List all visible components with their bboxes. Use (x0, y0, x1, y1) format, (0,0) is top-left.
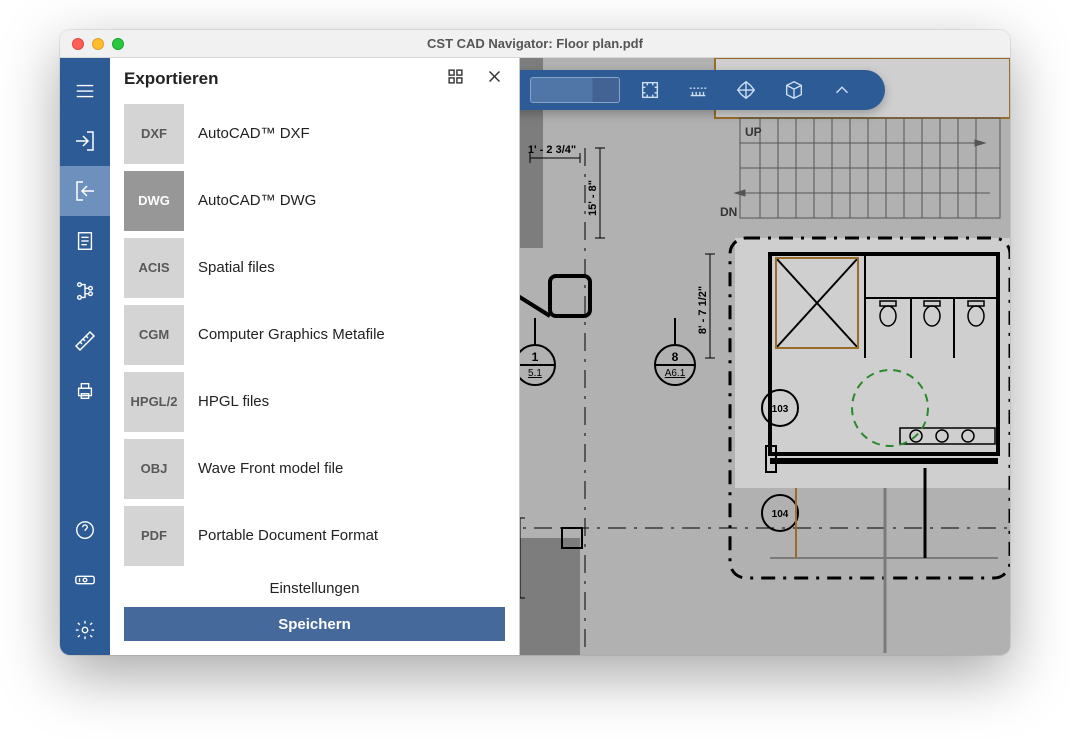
tree-icon (74, 280, 96, 302)
format-label: AutoCAD™ DXF (198, 125, 310, 142)
format-code: HPGL/2 (124, 372, 184, 432)
gear-icon (74, 619, 96, 641)
canvas-area[interactable]: 103 104 UP (520, 58, 1010, 655)
measure-button[interactable] (60, 316, 110, 366)
format-code: DXF (124, 104, 184, 164)
fit-icon (639, 79, 661, 101)
close-icon (486, 68, 503, 85)
format-option-dxf[interactable]: DXF AutoCAD™ DXF (124, 100, 519, 167)
export-button[interactable] (60, 166, 110, 216)
titlebar: CST CAD Navigator: Floor plan.pdf (60, 30, 1010, 58)
import-button[interactable] (60, 116, 110, 166)
format-option-cgm[interactable]: CGM Computer Graphics Metafile (124, 301, 519, 368)
minimize-window-button[interactable] (92, 38, 104, 50)
settings-button[interactable] (60, 605, 110, 655)
document-icon (74, 230, 96, 252)
cube-icon (783, 79, 805, 101)
format-code: ACIS (124, 238, 184, 298)
structure-button[interactable] (60, 266, 110, 316)
format-list: DXF AutoCAD™ DXF DWG AutoCAD™ DWG ACIS Spatia… (110, 96, 519, 572)
menu-button[interactable] (60, 66, 110, 116)
format-option-dwg[interactable]: DWG AutoCAD™ DWG (124, 167, 519, 234)
ruler-icon (73, 329, 97, 353)
format-option-hpgl2[interactable]: HPGL/2 HPGL files (124, 368, 519, 435)
svg-text:103: 103 (772, 404, 789, 415)
svg-text:UP: UP (745, 125, 762, 139)
svg-text:8: 8 (672, 350, 679, 364)
svg-text:A6.1: A6.1 (665, 368, 686, 379)
format-label: Portable Document Format (198, 527, 378, 544)
svg-text:DN: DN (720, 205, 737, 219)
view-select[interactable] (530, 77, 620, 103)
format-option-pdf[interactable]: PDF Portable Document Format (124, 502, 519, 569)
grid-view-button[interactable] (447, 68, 464, 90)
ruler-button[interactable] (680, 72, 716, 108)
floor-plan-drawing: 103 104 UP (520, 58, 1010, 655)
format-code: PDF (124, 506, 184, 566)
panel-close-button[interactable] (486, 68, 503, 90)
export-icon (73, 179, 97, 203)
format-label: Computer Graphics Metafile (198, 326, 385, 343)
save-button[interactable]: Speichern (124, 607, 505, 641)
maximize-window-button[interactable] (112, 38, 124, 50)
svg-text:8' - 7 1/2": 8' - 7 1/2" (697, 286, 709, 334)
format-label: Spatial files (198, 259, 275, 276)
document-button[interactable] (60, 216, 110, 266)
format-option-obj[interactable]: OBJ Wave Front model file (124, 435, 519, 502)
svg-text:1' - 2 3/4": 1' - 2 3/4" (528, 144, 576, 156)
app-window: CST CAD Navigator: Floor plan.pdf (60, 30, 1010, 655)
print-button[interactable] (60, 366, 110, 416)
collapse-toolbar-button[interactable] (824, 72, 860, 108)
format-label: HPGL files (198, 393, 269, 410)
fit-button[interactable] (632, 72, 668, 108)
format-label: Wave Front model file (198, 460, 343, 477)
printer-icon (74, 380, 96, 402)
settings-link[interactable]: Einstellungen (124, 572, 505, 607)
hamburger-icon (74, 80, 96, 102)
format-code: CGM (124, 305, 184, 365)
license-button[interactable] (60, 555, 110, 605)
format-option-acis[interactable]: ACIS Spatial files (124, 234, 519, 301)
measure-icon (686, 79, 710, 101)
chevron-up-icon (831, 79, 853, 101)
export-panel: Exportieren DXF AutoCAD™ DXF DWG AutoCAD™ D… (110, 58, 520, 655)
panel-header: Exportieren (110, 58, 519, 96)
window-title: CST CAD Navigator: Floor plan.pdf (60, 36, 1010, 51)
help-icon (74, 519, 96, 541)
import-icon (73, 129, 97, 153)
content-area: Exportieren DXF AutoCAD™ DXF DWG AutoCAD™ D… (60, 58, 1010, 655)
view-toolbar (520, 70, 885, 110)
svg-text:15' - 8": 15' - 8" (587, 180, 599, 216)
format-code: OBJ (124, 439, 184, 499)
format-code: DWG (124, 171, 184, 231)
pan-icon (735, 79, 757, 101)
svg-text:5.1: 5.1 (528, 368, 542, 379)
svg-text:1: 1 (532, 350, 539, 364)
format-label: AutoCAD™ DWG (198, 192, 316, 209)
pan-button[interactable] (728, 72, 764, 108)
svg-text:104: 104 (772, 509, 789, 520)
grid-icon (447, 68, 464, 85)
close-window-button[interactable] (72, 38, 84, 50)
help-button[interactable] (60, 505, 110, 555)
view3d-button[interactable] (776, 72, 812, 108)
sidebar-rail (60, 58, 110, 655)
panel-title: Exportieren (124, 69, 218, 89)
key-icon (73, 569, 97, 591)
